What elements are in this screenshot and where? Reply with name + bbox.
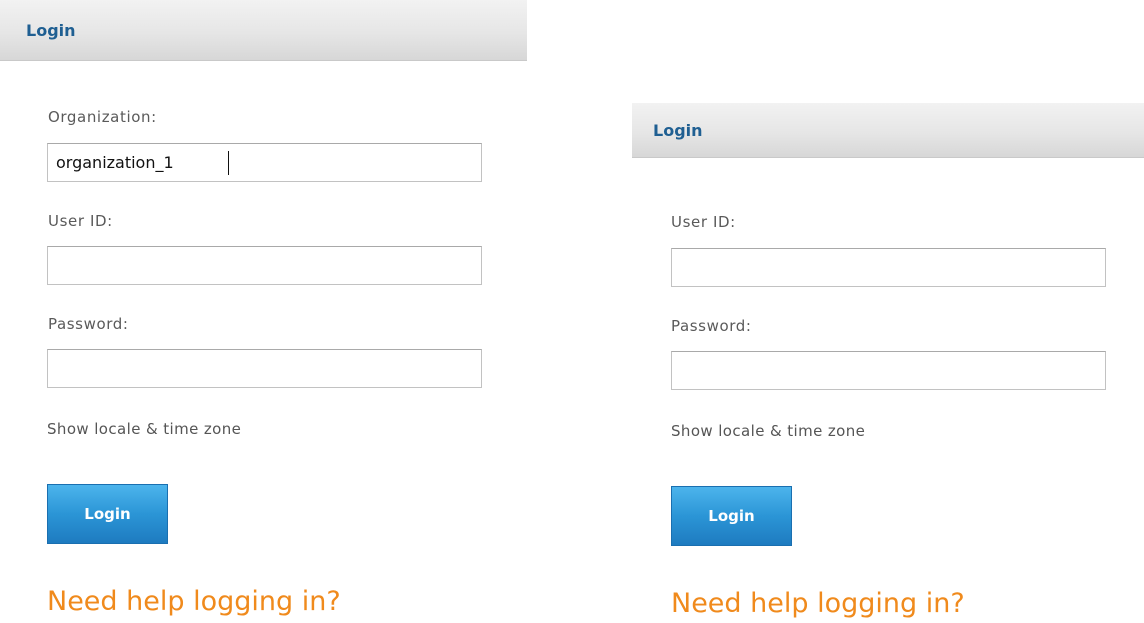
panel-title: Login bbox=[653, 121, 703, 140]
text-cursor bbox=[228, 151, 229, 175]
login-panel-without-organization: Login User ID: Password: Show locale & t… bbox=[632, 103, 1144, 623]
show-locale-timezone-link[interactable]: Show locale & time zone bbox=[47, 420, 241, 438]
login-panel-with-organization: Login Organization: User ID: Password: S… bbox=[0, 0, 527, 623]
organization-label: Organization: bbox=[48, 108, 157, 126]
user-id-input[interactable] bbox=[47, 246, 482, 285]
user-id-label: User ID: bbox=[48, 212, 113, 230]
user-id-label: User ID: bbox=[671, 213, 736, 231]
need-help-link[interactable]: Need help logging in? bbox=[671, 588, 965, 619]
login-button[interactable]: Login bbox=[47, 484, 168, 544]
show-locale-timezone-link[interactable]: Show locale & time zone bbox=[671, 422, 865, 440]
login-button[interactable]: Login bbox=[671, 486, 792, 546]
password-input[interactable] bbox=[671, 351, 1106, 390]
organization-input[interactable] bbox=[47, 143, 482, 182]
user-id-input[interactable] bbox=[671, 248, 1106, 287]
panel-header: Login bbox=[0, 0, 527, 61]
need-help-link[interactable]: Need help logging in? bbox=[47, 586, 341, 617]
panel-title: Login bbox=[26, 21, 76, 40]
password-input[interactable] bbox=[47, 349, 482, 388]
password-label: Password: bbox=[671, 317, 752, 335]
panel-header: Login bbox=[632, 103, 1144, 158]
password-label: Password: bbox=[48, 315, 129, 333]
